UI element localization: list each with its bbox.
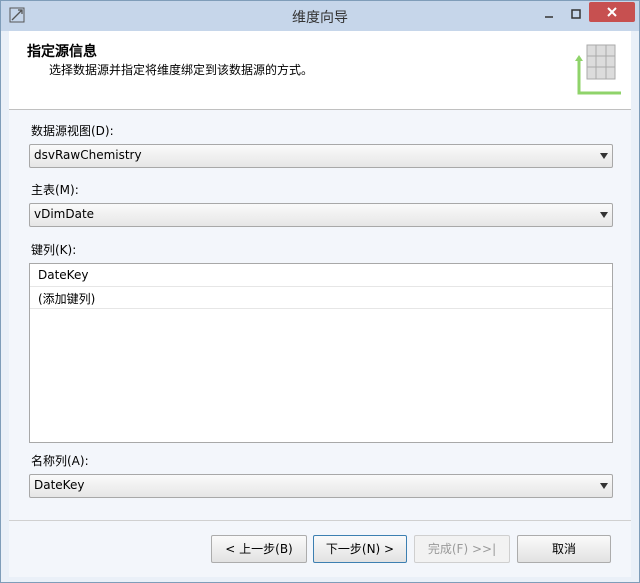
name-column-label: 名称列(A):	[31, 454, 89, 468]
close-button[interactable]	[589, 2, 635, 22]
minimize-icon	[545, 16, 553, 18]
name-column-value: DateKey	[34, 478, 85, 492]
dsv-label: 数据源视图(D):	[31, 124, 114, 138]
finish-button[interactable]: 完成(F) >>|	[414, 535, 510, 563]
minimize-button[interactable]	[535, 3, 563, 25]
page-subtitle: 选择数据源并指定将维度绑定到该数据源的方式。	[49, 63, 314, 77]
list-item[interactable]: DateKey	[30, 264, 612, 287]
wizard-header: 指定源信息 选择数据源并指定将维度绑定到该数据源的方式。	[9, 31, 631, 110]
key-columns-list[interactable]: DateKey (添加键列)	[29, 263, 613, 443]
maximize-button[interactable]	[562, 3, 590, 25]
title-bar[interactable]: 维度向导	[1, 1, 639, 31]
close-icon	[607, 7, 617, 17]
wizard-window: 维度向导 指定源信息 选择数据源并指定将维度绑定到该数据源的方式。 数据源视图(…	[0, 0, 640, 583]
main-table-dropdown[interactable]: vDimDate	[29, 203, 613, 227]
maximize-icon	[571, 9, 581, 19]
wizard-footer: < 上一步(B) 下一步(N) > 完成(F) >>| 取消	[9, 520, 631, 577]
chevron-down-icon	[600, 483, 608, 489]
main-table-label: 主表(M):	[31, 183, 79, 197]
key-column-value: DateKey	[38, 268, 89, 282]
page-title: 指定源信息	[27, 44, 97, 60]
add-key-column: (添加键列)	[38, 292, 96, 306]
chevron-down-icon	[600, 212, 608, 218]
name-column-dropdown[interactable]: DateKey	[29, 474, 613, 498]
cancel-button[interactable]: 取消	[517, 535, 611, 563]
next-button[interactable]: 下一步(N) >	[313, 535, 407, 563]
dsv-dropdown[interactable]: dsvRawChemistry	[29, 144, 613, 168]
dimension-cube-icon	[575, 44, 621, 95]
wizard-content: 数据源视图(D): dsvRawChemistry 主表(M): vDimDat…	[9, 110, 631, 520]
key-columns-label: 键列(K):	[31, 243, 77, 257]
chevron-down-icon	[600, 153, 608, 159]
back-button[interactable]: < 上一步(B)	[211, 535, 307, 563]
dsv-value: dsvRawChemistry	[34, 148, 142, 162]
main-table-value: vDimDate	[34, 207, 95, 221]
list-item[interactable]: (添加键列)	[30, 286, 612, 309]
